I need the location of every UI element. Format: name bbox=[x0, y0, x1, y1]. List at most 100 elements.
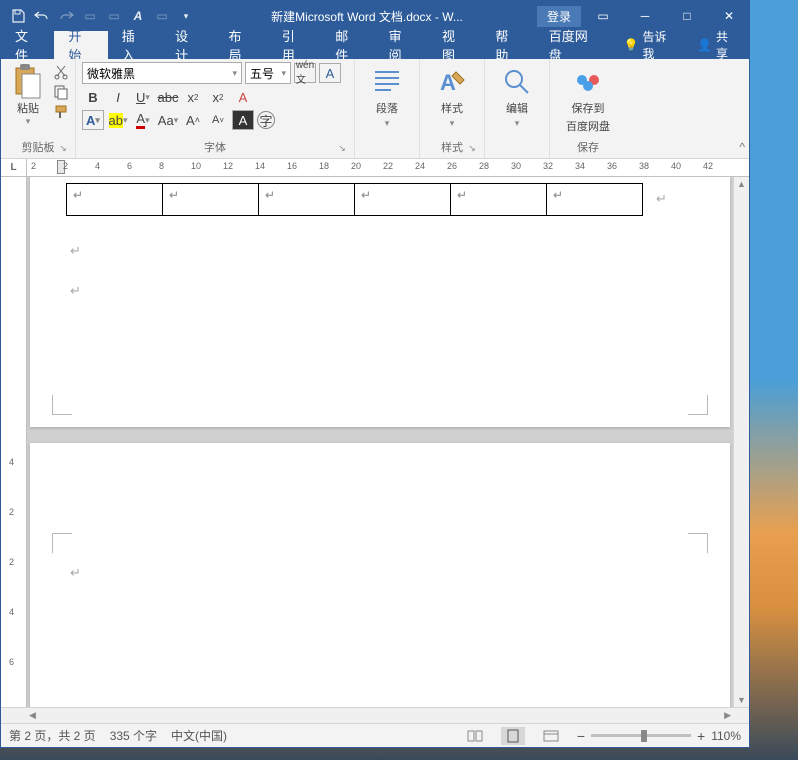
table-cell[interactable]: ↵ bbox=[451, 184, 547, 216]
bold-button[interactable]: B bbox=[82, 87, 104, 107]
save-icon[interactable] bbox=[7, 5, 29, 27]
minimize-icon[interactable]: ─ bbox=[625, 2, 665, 30]
login-button[interactable]: 登录 bbox=[537, 6, 581, 27]
paragraph-mark: ↵ bbox=[70, 283, 81, 299]
scroll-down-icon[interactable]: ▼ bbox=[737, 695, 746, 705]
table-row[interactable]: ↵ ↵ ↵ ↵ ↵ ↵ bbox=[67, 184, 643, 216]
qat-more-icon[interactable]: ▾ bbox=[175, 5, 197, 27]
dialog-launcher-icon[interactable]: ↘ bbox=[336, 143, 348, 155]
zoom-out-button[interactable]: − bbox=[577, 728, 585, 744]
character-border-icon[interactable]: A bbox=[319, 63, 341, 83]
window-title: 新建Microsoft Word 文档.docx - W... bbox=[197, 8, 537, 25]
italic-button[interactable]: I bbox=[107, 87, 129, 107]
tab-baidu[interactable]: 百度网盘 bbox=[535, 31, 614, 59]
scrollbar-vertical[interactable]: ▲ ▼ bbox=[733, 177, 749, 707]
qat-icon-3[interactable]: A bbox=[127, 5, 149, 27]
app-window: ▭ ▭ A ▭ ▾ 新建Microsoft Word 文档.docx - W..… bbox=[0, 0, 750, 748]
web-layout-icon[interactable] bbox=[539, 727, 563, 745]
cut-icon[interactable] bbox=[53, 64, 69, 80]
zoom-in-button[interactable]: + bbox=[697, 728, 705, 744]
tab-layout[interactable]: 布局 bbox=[215, 31, 268, 59]
char-shading-icon[interactable]: 字 bbox=[257, 111, 275, 129]
table-cell[interactable]: ↵ bbox=[355, 184, 451, 216]
tab-references[interactable]: 引用 bbox=[268, 31, 321, 59]
collapse-ribbon-icon[interactable]: ^ bbox=[739, 140, 745, 154]
format-painter-icon[interactable] bbox=[53, 104, 69, 120]
tab-selector[interactable]: L bbox=[1, 159, 27, 176]
highlight-button[interactable]: ab▾ bbox=[107, 110, 129, 130]
maximize-icon[interactable]: □ bbox=[667, 2, 707, 30]
vruler-tick: 6 bbox=[9, 657, 14, 667]
shrink-font-icon[interactable]: A˅ bbox=[207, 110, 229, 130]
paste-button[interactable]: 粘贴 ▾ bbox=[7, 62, 49, 127]
grow-font-icon[interactable]: A˄ bbox=[182, 110, 204, 130]
page-1[interactable]: ↵ ↵ ↵ ↵ ↵ ↵ ↵ ↵ ↵ bbox=[30, 177, 730, 427]
print-layout-icon[interactable] bbox=[501, 727, 525, 745]
page-2[interactable]: ↵ bbox=[30, 443, 730, 707]
scroll-up-icon[interactable]: ▲ bbox=[737, 179, 746, 189]
zoom-slider-thumb[interactable] bbox=[641, 730, 647, 742]
tab-mailings[interactable]: 邮件 bbox=[321, 31, 374, 59]
tab-view[interactable]: 视图 bbox=[428, 31, 481, 59]
styles-button[interactable]: A 样式 ▾ bbox=[426, 62, 478, 129]
paragraph-mark: ↵ bbox=[70, 243, 81, 259]
crop-mark bbox=[688, 533, 708, 553]
tab-insert[interactable]: 插入 bbox=[108, 31, 161, 59]
ruler-tick: 38 bbox=[639, 161, 649, 171]
status-words[interactable]: 335 个字 bbox=[110, 727, 157, 744]
font-size-combo[interactable]: 五号▾ bbox=[245, 62, 291, 84]
table-cell[interactable]: ↵ bbox=[259, 184, 355, 216]
scrollbar-horizontal[interactable]: ◀ ▶ bbox=[1, 707, 749, 723]
undo-icon[interactable] bbox=[31, 5, 53, 27]
redo-icon[interactable] bbox=[55, 5, 77, 27]
qat-icon-2[interactable]: ▭ bbox=[103, 5, 125, 27]
paragraph-button[interactable]: 段落 ▾ bbox=[361, 62, 413, 129]
tab-file[interactable]: 文件 bbox=[1, 31, 54, 59]
ribbon-tabs: 文件 开始 插入 设计 布局 引用 邮件 审阅 视图 帮助 百度网盘 💡告诉我 … bbox=[1, 31, 749, 59]
font-color-button[interactable]: A▾ bbox=[132, 110, 154, 130]
status-language[interactable]: 中文(中国) bbox=[171, 727, 227, 744]
scroll-right-icon[interactable]: ▶ bbox=[724, 710, 731, 721]
ruler-tick: 34 bbox=[575, 161, 585, 171]
clear-format-icon[interactable]: A bbox=[232, 87, 254, 107]
table-cell[interactable]: ↵ bbox=[547, 184, 643, 216]
save-baidu-button[interactable]: 保存到 百度网盘 bbox=[556, 62, 620, 134]
table-cell[interactable]: ↵ bbox=[67, 184, 163, 216]
subscript-button[interactable]: x2 bbox=[182, 87, 204, 107]
read-mode-icon[interactable] bbox=[463, 727, 487, 745]
zoom-slider[interactable] bbox=[591, 734, 691, 737]
qat-icon-1[interactable]: ▭ bbox=[79, 5, 101, 27]
underline-button[interactable]: U▾ bbox=[132, 87, 154, 107]
title-bar: ▭ ▭ A ▭ ▾ 新建Microsoft Word 文档.docx - W..… bbox=[1, 1, 749, 31]
superscript-button[interactable]: x2 bbox=[207, 87, 229, 107]
text-effects-button[interactable]: A▾ bbox=[82, 110, 104, 130]
qat-icon-4[interactable]: ▭ bbox=[151, 5, 173, 27]
tab-home[interactable]: 开始 bbox=[54, 31, 107, 59]
document-table[interactable]: ↵ ↵ ↵ ↵ ↵ ↵ bbox=[66, 183, 643, 216]
phonetic-guide-icon[interactable]: wén文 bbox=[294, 63, 316, 83]
font-name-combo[interactable]: 微软雅黑▾ bbox=[82, 62, 242, 84]
enclose-char-icon[interactable]: A bbox=[232, 110, 254, 130]
horizontal-ruler[interactable]: L 22468101214161820222426283032343638404… bbox=[1, 159, 749, 177]
tab-help[interactable]: 帮助 bbox=[481, 31, 534, 59]
scroll-left-icon[interactable]: ◀ bbox=[29, 710, 36, 721]
tell-me[interactable]: 💡告诉我 bbox=[613, 31, 687, 59]
tab-design[interactable]: 设计 bbox=[161, 31, 214, 59]
dialog-launcher-icon[interactable]: ↘ bbox=[57, 143, 69, 155]
vruler-tick: 4 bbox=[9, 457, 14, 467]
share-button[interactable]: 👤共享 bbox=[687, 31, 749, 59]
status-page[interactable]: 第 2 页，共 2 页 bbox=[9, 727, 96, 744]
table-cell[interactable]: ↵ bbox=[163, 184, 259, 216]
quick-access-toolbar: ▭ ▭ A ▭ ▾ bbox=[1, 5, 197, 27]
copy-icon[interactable] bbox=[53, 84, 69, 100]
change-case-button[interactable]: Aa▾ bbox=[157, 110, 179, 130]
vertical-ruler[interactable]: 42246 bbox=[1, 177, 27, 707]
page-container[interactable]: ↵ ↵ ↵ ↵ ↵ ↵ ↵ ↵ ↵ ↵ bbox=[27, 177, 733, 707]
editing-button[interactable]: 编辑 ▾ bbox=[491, 62, 543, 129]
tab-review[interactable]: 审阅 bbox=[375, 31, 428, 59]
close-icon[interactable]: ✕ bbox=[709, 2, 749, 30]
dialog-launcher-icon[interactable]: ↘ bbox=[466, 143, 478, 155]
zoom-level[interactable]: 110% bbox=[711, 729, 741, 743]
strikethrough-button[interactable]: abc bbox=[157, 87, 179, 107]
share-icon: 👤 bbox=[697, 38, 712, 52]
